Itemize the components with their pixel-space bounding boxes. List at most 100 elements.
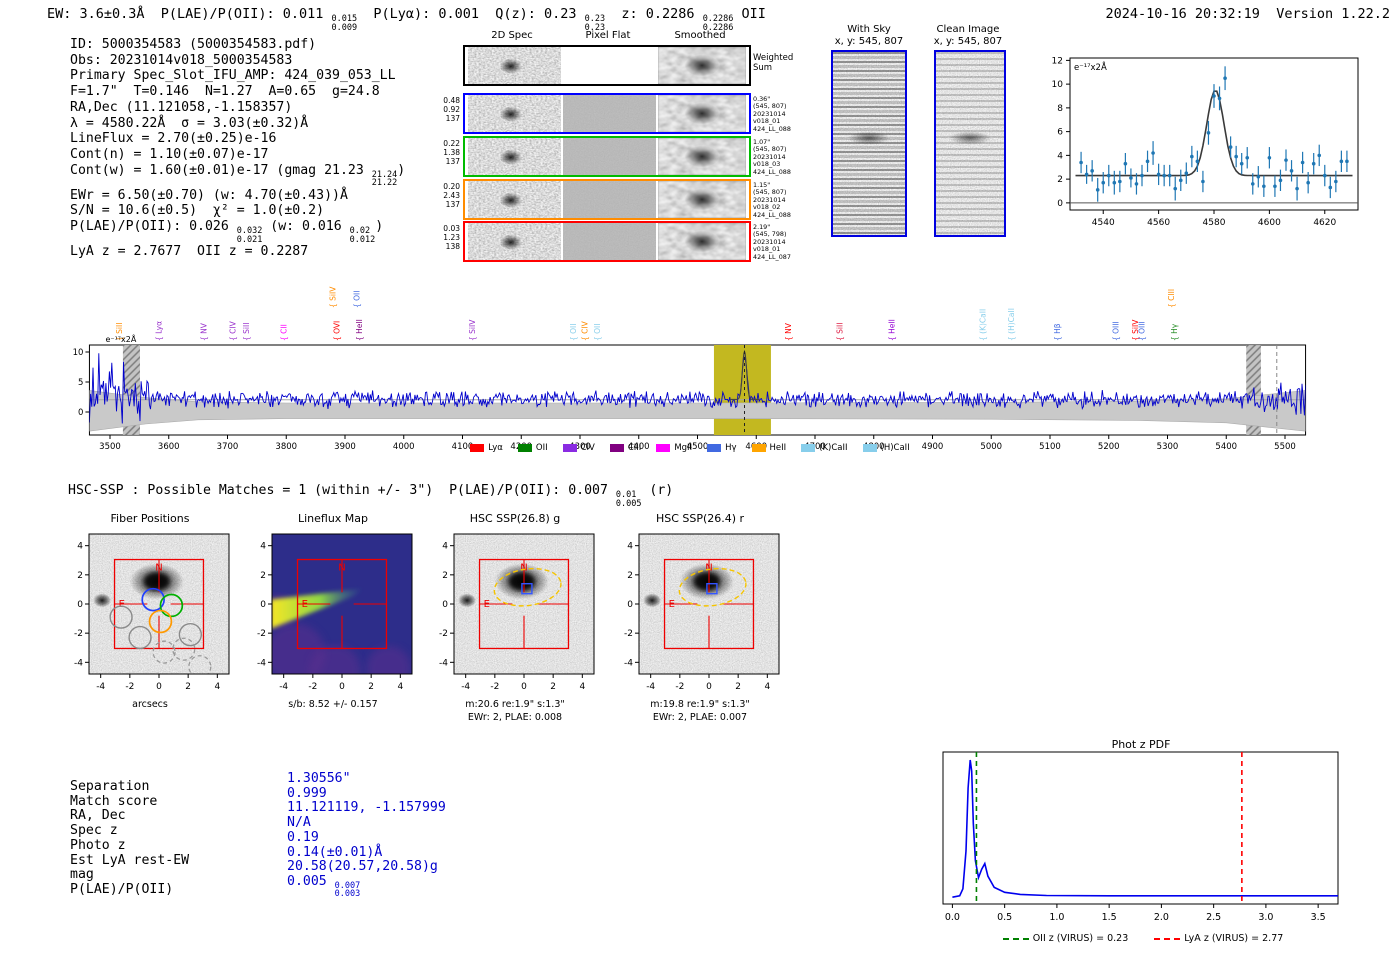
line-label-OIII: { OIII [1112,321,1121,341]
svg-text:N: N [338,562,345,573]
svg-text:-2: -2 [308,682,317,692]
svg-text:E: E [119,599,125,610]
with-sky-source-smudge [833,52,905,235]
legend-item-MgII: MgII [656,443,692,453]
svg-text:3.0: 3.0 [1258,912,1273,923]
with-sky-image [831,50,907,237]
info-line: ID: 5000354583 (5000354583.pdf) [70,37,317,52]
match-label-match-score: Match score [70,793,158,809]
svg-text:-4: -4 [279,682,288,692]
clean-image [934,50,1006,237]
svg-text:0: 0 [627,600,633,610]
svg-text:12: 12 [1052,56,1063,66]
cutout-cell-smooth [658,47,746,84]
clean-source-smudge [936,52,1004,235]
dashed-line-sample [1002,937,1029,940]
legend-item-CIII: CIII [609,443,641,453]
svg-text:-2: -2 [125,682,134,692]
svg-text:-4: -4 [96,682,105,692]
match-value: 11.121119, -1.157999 [287,800,446,816]
panel-title-hsc-g: HSC SSP(26.8) g [469,512,561,525]
svg-text:4: 4 [397,682,403,692]
svg-text:2: 2 [77,571,83,581]
svg-text:-2: -2 [675,682,684,692]
line-label-SiIV: { SiIV [468,319,477,341]
svg-text:8: 8 [1057,104,1063,114]
line-label-SiII: { SiII [836,323,845,341]
full-spectrum-plot: { SiII { Lyα { NV { CIV { SiII { CII { SiIV { O… [73,286,1307,452]
legend-swatch [609,444,624,452]
panel-caption-hsc-g: m:20.6 re:1.9" s:1.3" EWr: 2, PLAE: 0.008 [415,698,615,724]
line-label-SiII: { SiII [242,323,251,341]
info-line: LineFlux = 2.70(±0.25)e-16 [70,131,277,147]
svg-text:2: 2 [735,682,741,692]
cutout-cell-smooth [658,181,746,218]
svg-text:-4: -4 [461,682,470,692]
line-label-Hγ: { Hγ [1170,323,1179,341]
svg-text:2: 2 [550,682,556,692]
cutout-row-4: 0.03 1.23 138 2.19" (545, 798) 20231014 v018_0… [443,221,791,262]
line-label-OII: { OII [569,324,578,341]
svg-text:4560: 4560 [1147,218,1170,228]
match-table-values: 1.30556" 0.999 11.121119, -1.157999 N/A 0.19… [287,771,446,900]
cutout-row-0: Weighted Sum [463,45,793,86]
svg-text:Phot z PDF: Phot z PDF [1112,738,1171,751]
cutout-row-right-labels: 1.15" (545, 807) 20231014 v018_02 424_LL_088 [753,181,791,219]
panel-title-fiber-positions: Fiber Positions [110,512,190,525]
hsc-r-panel: N E -4 -4 -2 -2 0 0 2 2 4 4 [624,533,780,692]
svg-text:-2: -2 [624,629,633,639]
svg-text:N: N [155,562,162,573]
info-line: Cont(w) = 1.60(±0.01)e-17 (gmag 21.23 21… [70,162,406,189]
svg-text:1.5: 1.5 [1102,912,1117,923]
match-label-est-lya-rest-ew: Est LyA rest-EW [70,852,190,868]
line-label-HeII: { HeII [887,319,896,341]
match-label-photo-z: Photo z [70,837,126,853]
svg-text:4620: 4620 [1313,218,1336,228]
svg-text:e⁻¹⁷x2Å: e⁻¹⁷x2Å [105,333,136,344]
cutout-cell-flat [563,138,656,175]
legend-swatch [470,444,485,452]
svg-text:E: E [302,599,308,610]
dashed-line-sample [1154,937,1181,940]
match-label-p-lae-p-oii-: P(LAE)/P(OII) [70,881,174,897]
line-label-HeII: { HeII [355,319,364,341]
panel-title-lineflux-map: Lineflux Map [297,512,369,525]
clean-image-coords: x, y: 545, 807 [933,35,1003,47]
cutout-row-left-labels: 0.03 1.23 138 [443,224,460,252]
col-header-pixel-flat: Pixel Flat [585,30,631,41]
clean-image-label: Clean Image [936,24,1000,35]
report-version: Version 1.22.2 [1276,6,1390,22]
line-label-(H)CaII: { (H)CaII [1007,308,1016,341]
col-header-2d-spec: 2D Spec [491,30,533,41]
line-label-OII: { OII [593,324,602,341]
legend-item-Lyα: Lyα [470,443,503,453]
cutout-cell-spec2d [468,47,561,84]
panel-title-hsc-r: HSC SSP(26.4) r [655,512,745,525]
phot-z-legend: OII z (VIRUS) = 0.23 LyA z (VIRUS) = 2.77 [933,933,1353,944]
svg-text:4: 4 [442,542,448,552]
legend-item-OII: OII [517,443,548,453]
match-value: 0.005 0.007 0.003 [287,873,361,900]
match-value: 1.30556" [287,771,351,786]
hsc-r-mag-line: m:19.8 re:1.9" s:1.3" [650,699,750,710]
stacked-fraction: 21.24 21.22 [371,169,398,189]
svg-text:-4: -4 [257,658,266,668]
panel-caption-hsc-r: m:19.8 re:1.9" s:1.3" EWr: 2, PLAE: 0.007 [600,698,800,724]
svg-text:0: 0 [521,682,527,692]
svg-text:-4: -4 [439,658,448,668]
cutout-row-left-labels: 0.20 2.43 137 [443,182,460,210]
legend-swatch [751,444,766,452]
match-label-mag: mag [70,867,94,883]
line-label-CIV: { CIV [229,320,238,341]
svg-text:2.5: 2.5 [1206,912,1221,923]
match-label-separation: Separation [70,779,150,794]
info-line: RA,Dec (11.121058,-1.158357) [70,99,293,115]
cutout-row-right-labels: 0.36" (545, 807) 20231014 v018_01 424_LL_088 [753,95,791,133]
svg-text:2: 2 [368,682,374,692]
svg-text:-4: -4 [624,658,633,668]
cutout-cell-spec2d [468,95,561,132]
svg-text:3.5: 3.5 [1311,912,1326,923]
svg-text:4: 4 [77,542,83,552]
match-value: 0.999 [287,785,327,801]
match-value: N/A [287,815,311,831]
